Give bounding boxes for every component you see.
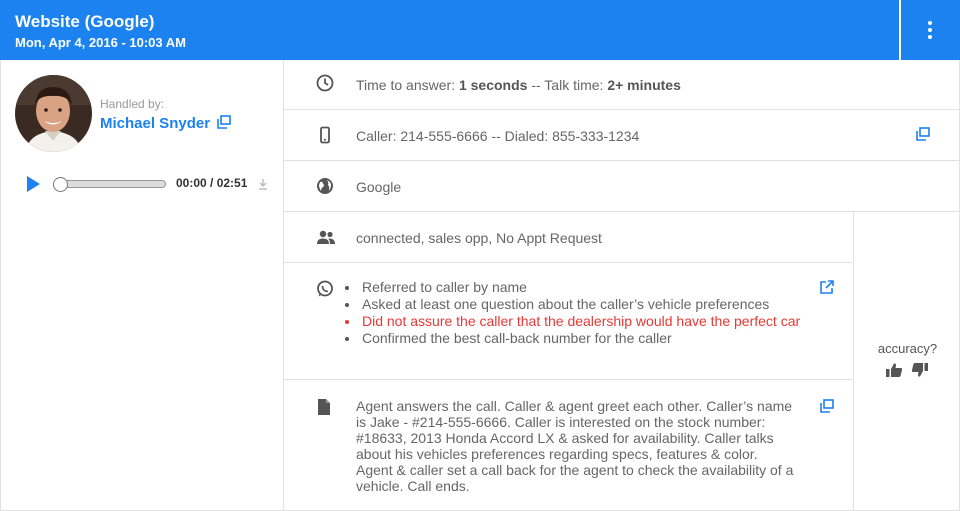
call-summary: Agent answers the call. Caller & agent g… [356, 398, 794, 494]
play-icon[interactable] [25, 175, 41, 198]
tags-row: connected, sales opp, No Appt Request [284, 212, 853, 263]
list-item: Referred to caller by name [341, 279, 801, 296]
tags-text: connected, sales opp, No Appt Request [356, 230, 602, 246]
open-window-icon[interactable] [217, 115, 231, 134]
audio-progress-handle[interactable] [53, 177, 68, 192]
list-item: Confirmed the best call-back number for … [341, 330, 801, 347]
audio-time: 00:00 / 02:51 [176, 176, 248, 190]
header-bar: Website (Google) Mon, Apr 4, 2016 - 10:0… [0, 0, 960, 60]
download-icon[interactable] [258, 177, 268, 195]
external-link-icon[interactable] [820, 280, 834, 299]
avatar [15, 75, 92, 152]
phone-icon [316, 126, 334, 149]
kebab-menu-icon[interactable] [910, 10, 950, 50]
timing-text: Time to answer: 1 seconds -- Talk time: … [356, 77, 681, 93]
clock-icon [316, 74, 334, 97]
talk-label: -- Talk time: [527, 77, 608, 93]
checklist: Referred to caller by name Asked at leas… [341, 279, 801, 347]
page-title: Website (Google) [15, 12, 155, 31]
open-window-icon[interactable] [820, 399, 834, 418]
answer-label: Time to answer: [356, 77, 459, 93]
accuracy-label: accuracy? [877, 341, 938, 356]
timing-row: Time to answer: 1 seconds -- Talk time: … [284, 60, 960, 110]
agent-name-link[interactable]: Michael Snyder [100, 115, 210, 132]
audio-progress-track[interactable] [56, 180, 166, 188]
globe-icon [316, 177, 334, 200]
thumbs-up-icon[interactable] [885, 362, 903, 383]
whatsapp-icon [316, 280, 334, 303]
list-item-failed: Did not assure the caller that the deale… [341, 313, 801, 330]
header-divider [899, 0, 901, 60]
caller-row: Caller: 214-555-6666 -- Dialed: 855-333-… [284, 110, 960, 161]
summary-row: Agent answers the call. Caller & agent g… [284, 380, 853, 511]
document-icon [316, 398, 332, 421]
thumbs-down-icon[interactable] [911, 362, 929, 383]
accuracy-buttons [885, 362, 933, 383]
people-icon [316, 229, 336, 250]
source-row: Google [284, 161, 960, 212]
caller-text: Caller: 214-555-6666 -- Dialed: 855-333-… [356, 128, 640, 144]
accuracy-panel: accuracy? [853, 212, 960, 511]
talk-value: 2+ minutes [607, 77, 681, 93]
answer-value: 1 seconds [458, 77, 528, 93]
checklist-row: Referred to caller by name Asked at leas… [284, 263, 853, 380]
call-card: Handled by: Michael Snyder 00:00 / 02:51… [0, 60, 960, 511]
source-text: Google [356, 179, 402, 195]
handled-by-label: Handled by: [100, 97, 165, 111]
open-window-icon[interactable] [916, 127, 930, 146]
list-item: Asked at least one question about the ca… [341, 296, 801, 313]
agent-panel: Handled by: Michael Snyder 00:00 / 02:51 [1, 60, 284, 511]
call-datetime: Mon, Apr 4, 2016 - 10:03 AM [15, 35, 186, 50]
